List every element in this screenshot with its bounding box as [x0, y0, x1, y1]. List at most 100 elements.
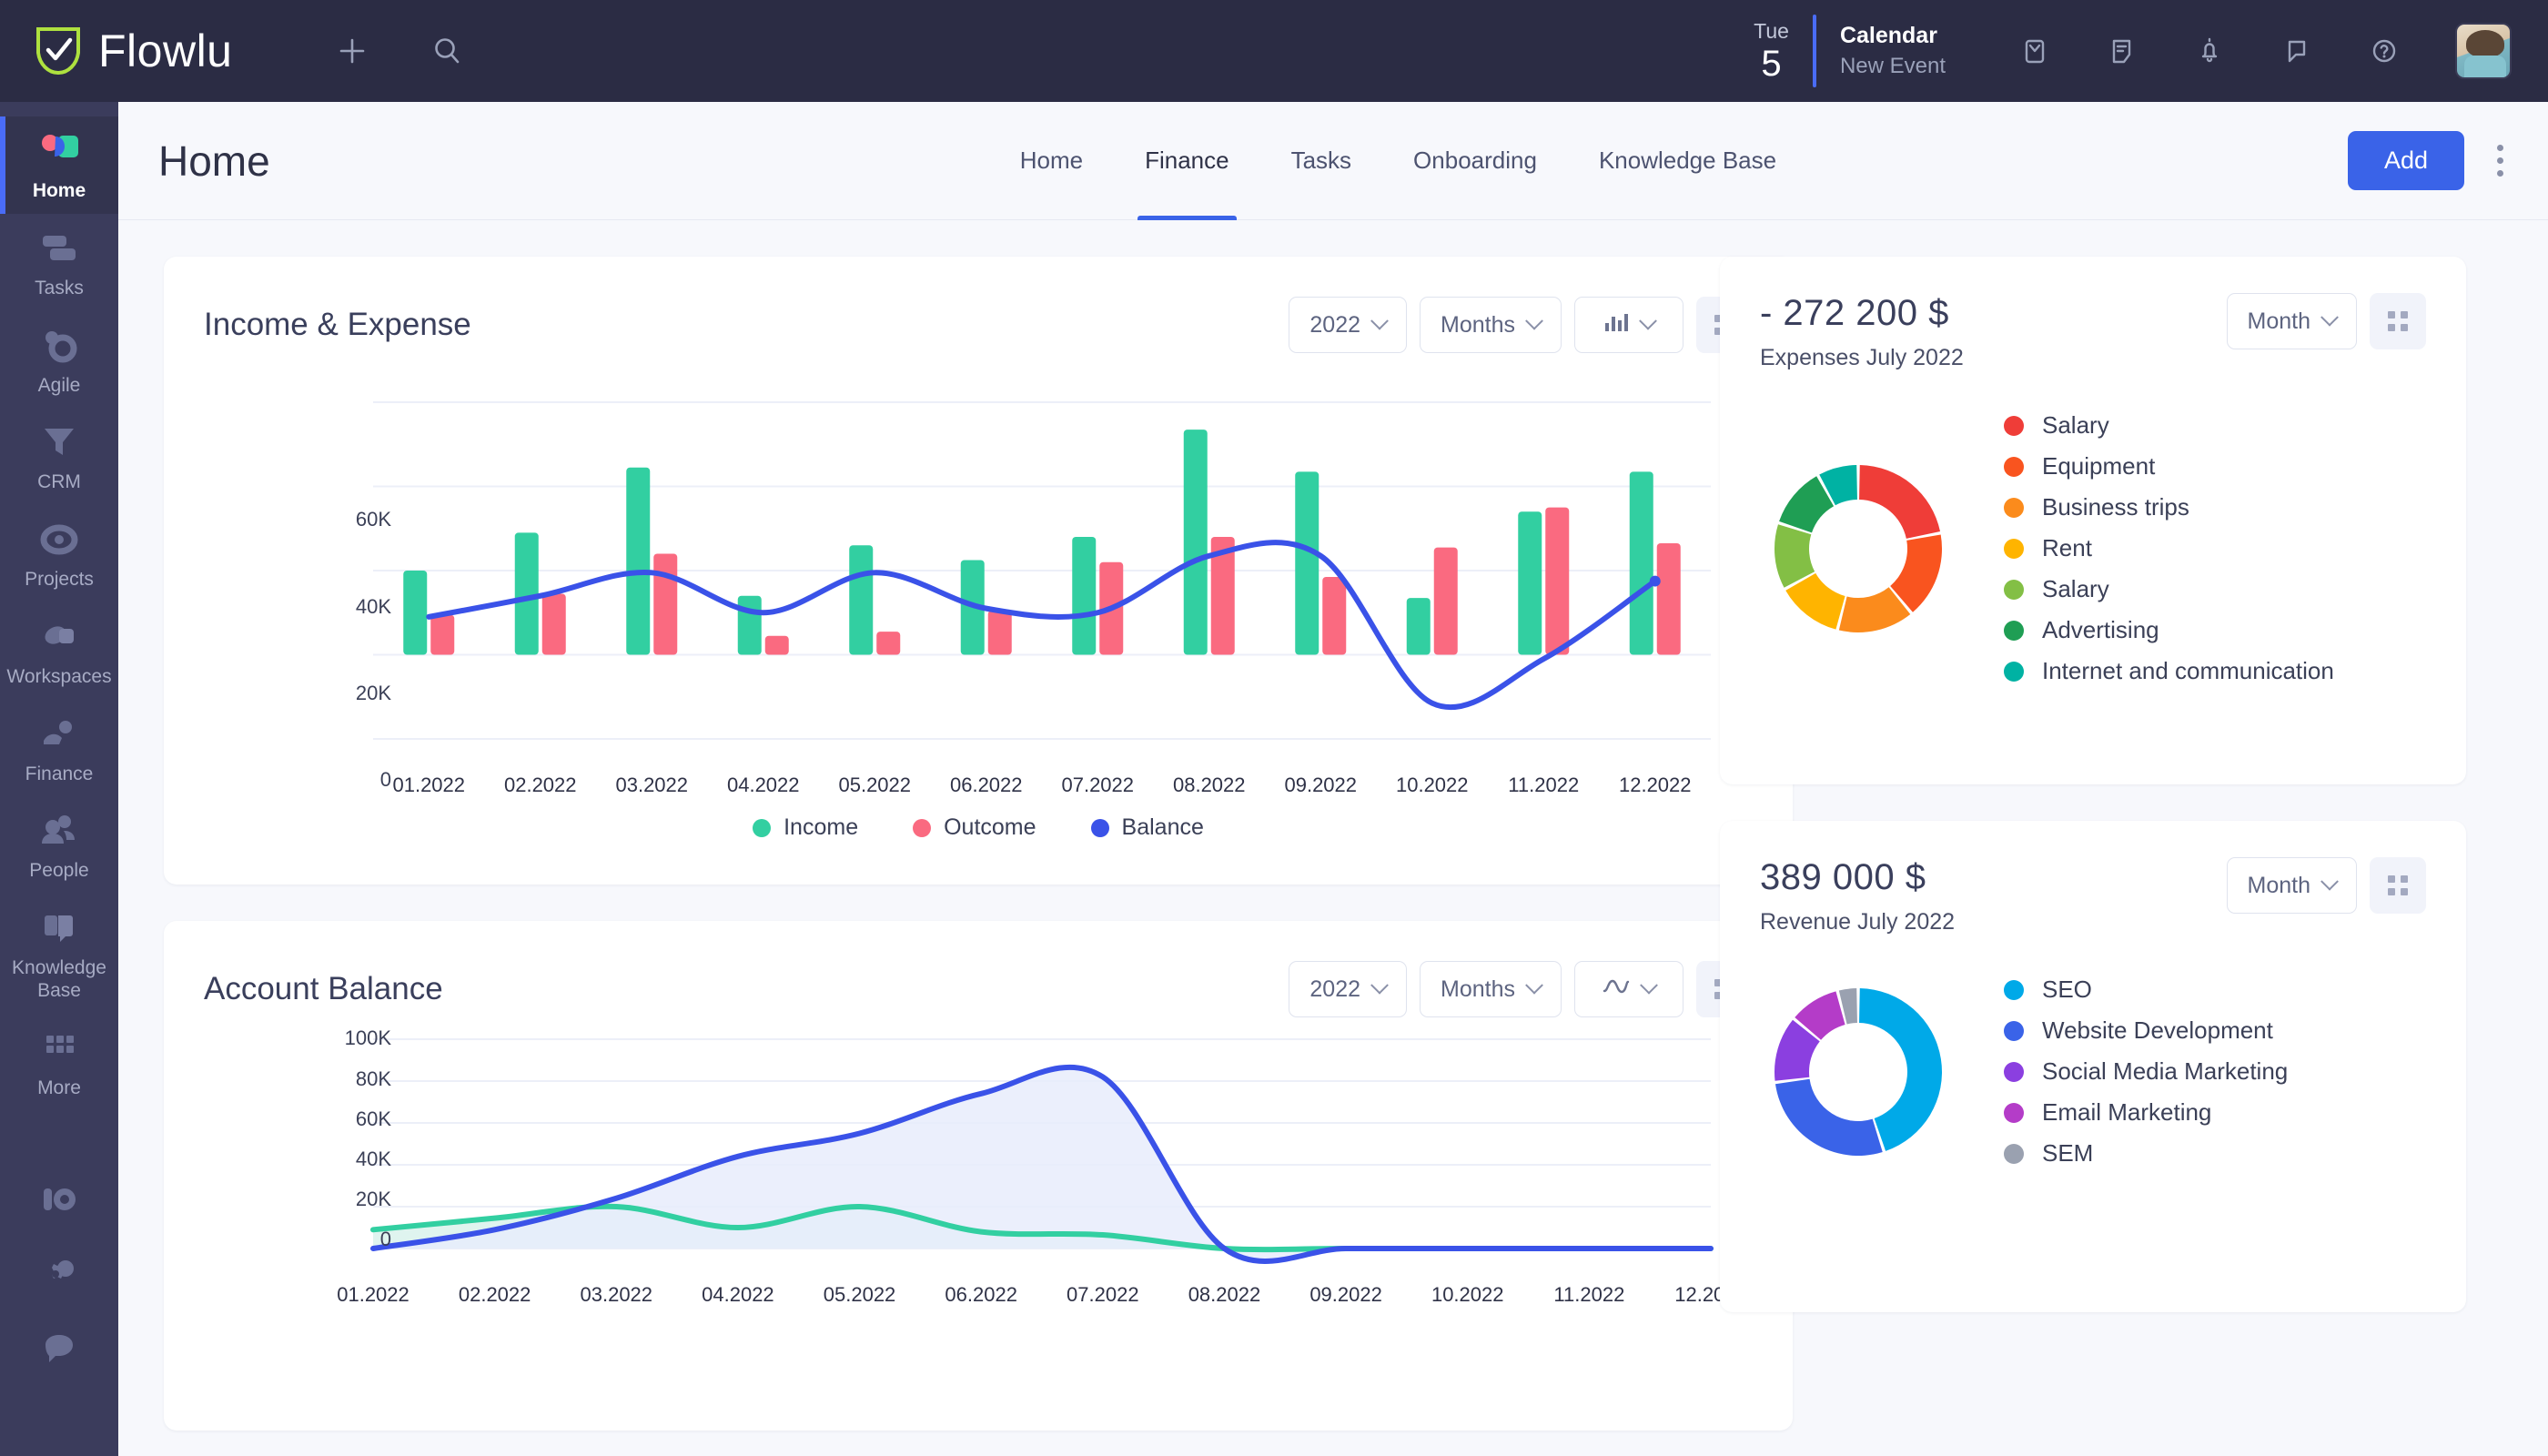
tab-knowledge-base[interactable]: Knowledge Base: [1568, 102, 1807, 220]
bar-chart-icon: [1603, 311, 1629, 339]
expenses-card: - 272 200 $ Expenses July 2022 Month Sal…: [1720, 257, 2466, 784]
sidebar-item-people[interactable]: People: [0, 796, 118, 894]
legend-item[interactable]: SEO: [2004, 976, 2288, 1004]
sidebar-item-label: Tasks: [35, 277, 84, 298]
svg-text:12.2022: 12.2022: [1619, 774, 1692, 796]
bell-icon[interactable]: [2189, 31, 2230, 71]
period-select[interactable]: Month: [2226, 293, 2357, 349]
revenue-header: 389 000 $ Revenue July 2022 Month: [1720, 821, 2466, 935]
sidebar-item-label: Agile: [37, 374, 81, 396]
income-expense-card: Income & Expense 2022 Months 60K 40K 20K…: [164, 257, 1793, 965]
legend-item[interactable]: Business trips: [2004, 493, 2334, 521]
sidebar-item-settings[interactable]: [0, 1239, 118, 1314]
drag-grip-icon[interactable]: [2370, 293, 2426, 349]
income-expense-plot: 01.2022 02.2022 03.2022 04.2022 05.2022 06.20…: [373, 401, 1711, 796]
sidebar-item-projects[interactable]: Projects: [0, 505, 118, 602]
card-controls: Month: [2226, 293, 2426, 349]
legend-label: Salary: [2042, 411, 2109, 439]
legend-label: Internet and communication: [2042, 657, 2334, 684]
legend-item[interactable]: Internet and communication: [2004, 657, 2334, 685]
divider: [1812, 15, 1816, 87]
dashboard-content: Income & Expense 2022 Months 60K 40K 20K…: [118, 220, 2548, 1456]
legend-item[interactable]: Salary: [2004, 575, 2334, 603]
date-day: 5: [1761, 43, 1782, 84]
sidebar-item-home[interactable]: Home: [0, 116, 118, 214]
brand-logo[interactable]: Flowlu: [35, 25, 232, 77]
year-select[interactable]: 2022: [1289, 961, 1408, 1017]
legend-item[interactable]: Equipment: [2004, 452, 2334, 480]
period-select-value: Month: [2247, 872, 2310, 898]
help-icon[interactable]: [2364, 31, 2404, 71]
period-select-value: Month: [2247, 308, 2310, 334]
legend-dot: [2004, 497, 2024, 518]
chevron-down-icon: [1525, 311, 1543, 330]
svg-text:07.2022: 07.2022: [1061, 774, 1134, 796]
svg-text:06.2022: 06.2022: [945, 1283, 1017, 1306]
expenses-subtitle: Expenses July 2022: [1760, 345, 1964, 370]
sidebar-item-more[interactable]: More: [0, 1014, 118, 1111]
chart-type-select[interactable]: [1574, 297, 1684, 353]
y-tick-label: 20K: [355, 682, 391, 704]
legend-item[interactable]: Website Development: [2004, 1016, 2288, 1045]
legend-item-balance[interactable]: Balance: [1090, 814, 1204, 841]
legend-item[interactable]: Rent: [2004, 534, 2334, 562]
chevron-down-icon: [1639, 311, 1657, 330]
y-tick-label: 60K: [355, 508, 391, 531]
legend-item[interactable]: SEM: [2004, 1139, 2288, 1168]
calendar-widget[interactable]: Calendar New Event: [1840, 21, 1946, 81]
period-select-value: Months: [1441, 976, 1515, 1002]
support-icon: [5, 1327, 113, 1370]
svg-text:09.2022: 09.2022: [1309, 1283, 1382, 1306]
card-title: Income & Expense: [204, 307, 471, 342]
legend-label: Email Marketing: [2042, 1098, 2212, 1126]
user-avatar[interactable]: [2455, 23, 2512, 79]
tab-onboarding[interactable]: Onboarding: [1382, 102, 1568, 220]
legend-item[interactable]: Email Marketing: [2004, 1098, 2288, 1127]
income-expense-chart: 60K 40K 20K 0 -20K 01.202202.202203.2022…: [164, 375, 1793, 965]
sidebar-item-portal[interactable]: [0, 1165, 118, 1239]
y-tick-label: 80K: [355, 1067, 391, 1090]
legend-item[interactable]: Salary: [2004, 411, 2334, 440]
legend-item-income[interactable]: Income: [753, 814, 858, 841]
revenue-subtitle: Revenue July 2022: [1760, 909, 1956, 935]
line-chart-icon: [1603, 976, 1630, 1003]
legend-label: Website Development: [2042, 1016, 2273, 1044]
period-select[interactable]: Months: [1420, 297, 1562, 353]
drag-grip-icon[interactable]: [2370, 857, 2426, 914]
period-select[interactable]: Months: [1420, 961, 1562, 1017]
legend-item[interactable]: Social Media Marketing: [2004, 1057, 2288, 1086]
tab-finance[interactable]: Finance: [1114, 102, 1260, 220]
chat-icon[interactable]: [2277, 31, 2317, 71]
y-tick-label: 0: [379, 768, 391, 791]
plus-icon[interactable]: [332, 31, 372, 71]
sidebar-item-knowledge-base[interactable]: Knowledge Base: [0, 894, 118, 1014]
sidebar-item-workspaces[interactable]: Workspaces: [0, 602, 118, 700]
legend-dot: [2004, 979, 2024, 1000]
agile-icon: [5, 324, 113, 368]
notes-icon[interactable]: [2102, 31, 2142, 71]
sidebar-item-finance[interactable]: Finance: [0, 700, 118, 797]
income-expense-legend: Income Outcome Balance: [164, 814, 1793, 841]
legend-dot: [2004, 1102, 2024, 1123]
tab-home[interactable]: Home: [989, 102, 1114, 220]
legend-label: Outcome: [944, 814, 1036, 840]
calendar-title: Calendar: [1839, 22, 1937, 48]
page-tabs: Home Finance Tasks Onboarding Knowledge …: [989, 102, 1807, 220]
year-select[interactable]: 2022: [1289, 297, 1408, 353]
search-icon[interactable]: [427, 31, 467, 71]
tab-tasks[interactable]: Tasks: [1260, 102, 1382, 220]
kebab-menu-icon[interactable]: [2488, 138, 2512, 184]
sidebar-item-support[interactable]: [0, 1314, 118, 1389]
chart-type-select[interactable]: [1574, 961, 1684, 1017]
period-select[interactable]: Month: [2226, 857, 2357, 914]
legend-item-outcome[interactable]: Outcome: [913, 814, 1036, 841]
sidebar-item-crm[interactable]: CRM: [0, 408, 118, 505]
legend-dot: [2004, 415, 2024, 436]
legend-item[interactable]: Advertising: [2004, 616, 2334, 644]
sidebar-item-tasks[interactable]: Tasks: [0, 214, 118, 311]
add-button[interactable]: Add: [2347, 131, 2464, 190]
mail-icon[interactable]: [2015, 31, 2055, 71]
expenses-legend: Salary Equipment Business trips Rent Sal…: [2004, 411, 2334, 685]
sidebar-item-agile[interactable]: Agile: [0, 311, 118, 409]
expenses-donut-chart: [1774, 464, 1942, 632]
